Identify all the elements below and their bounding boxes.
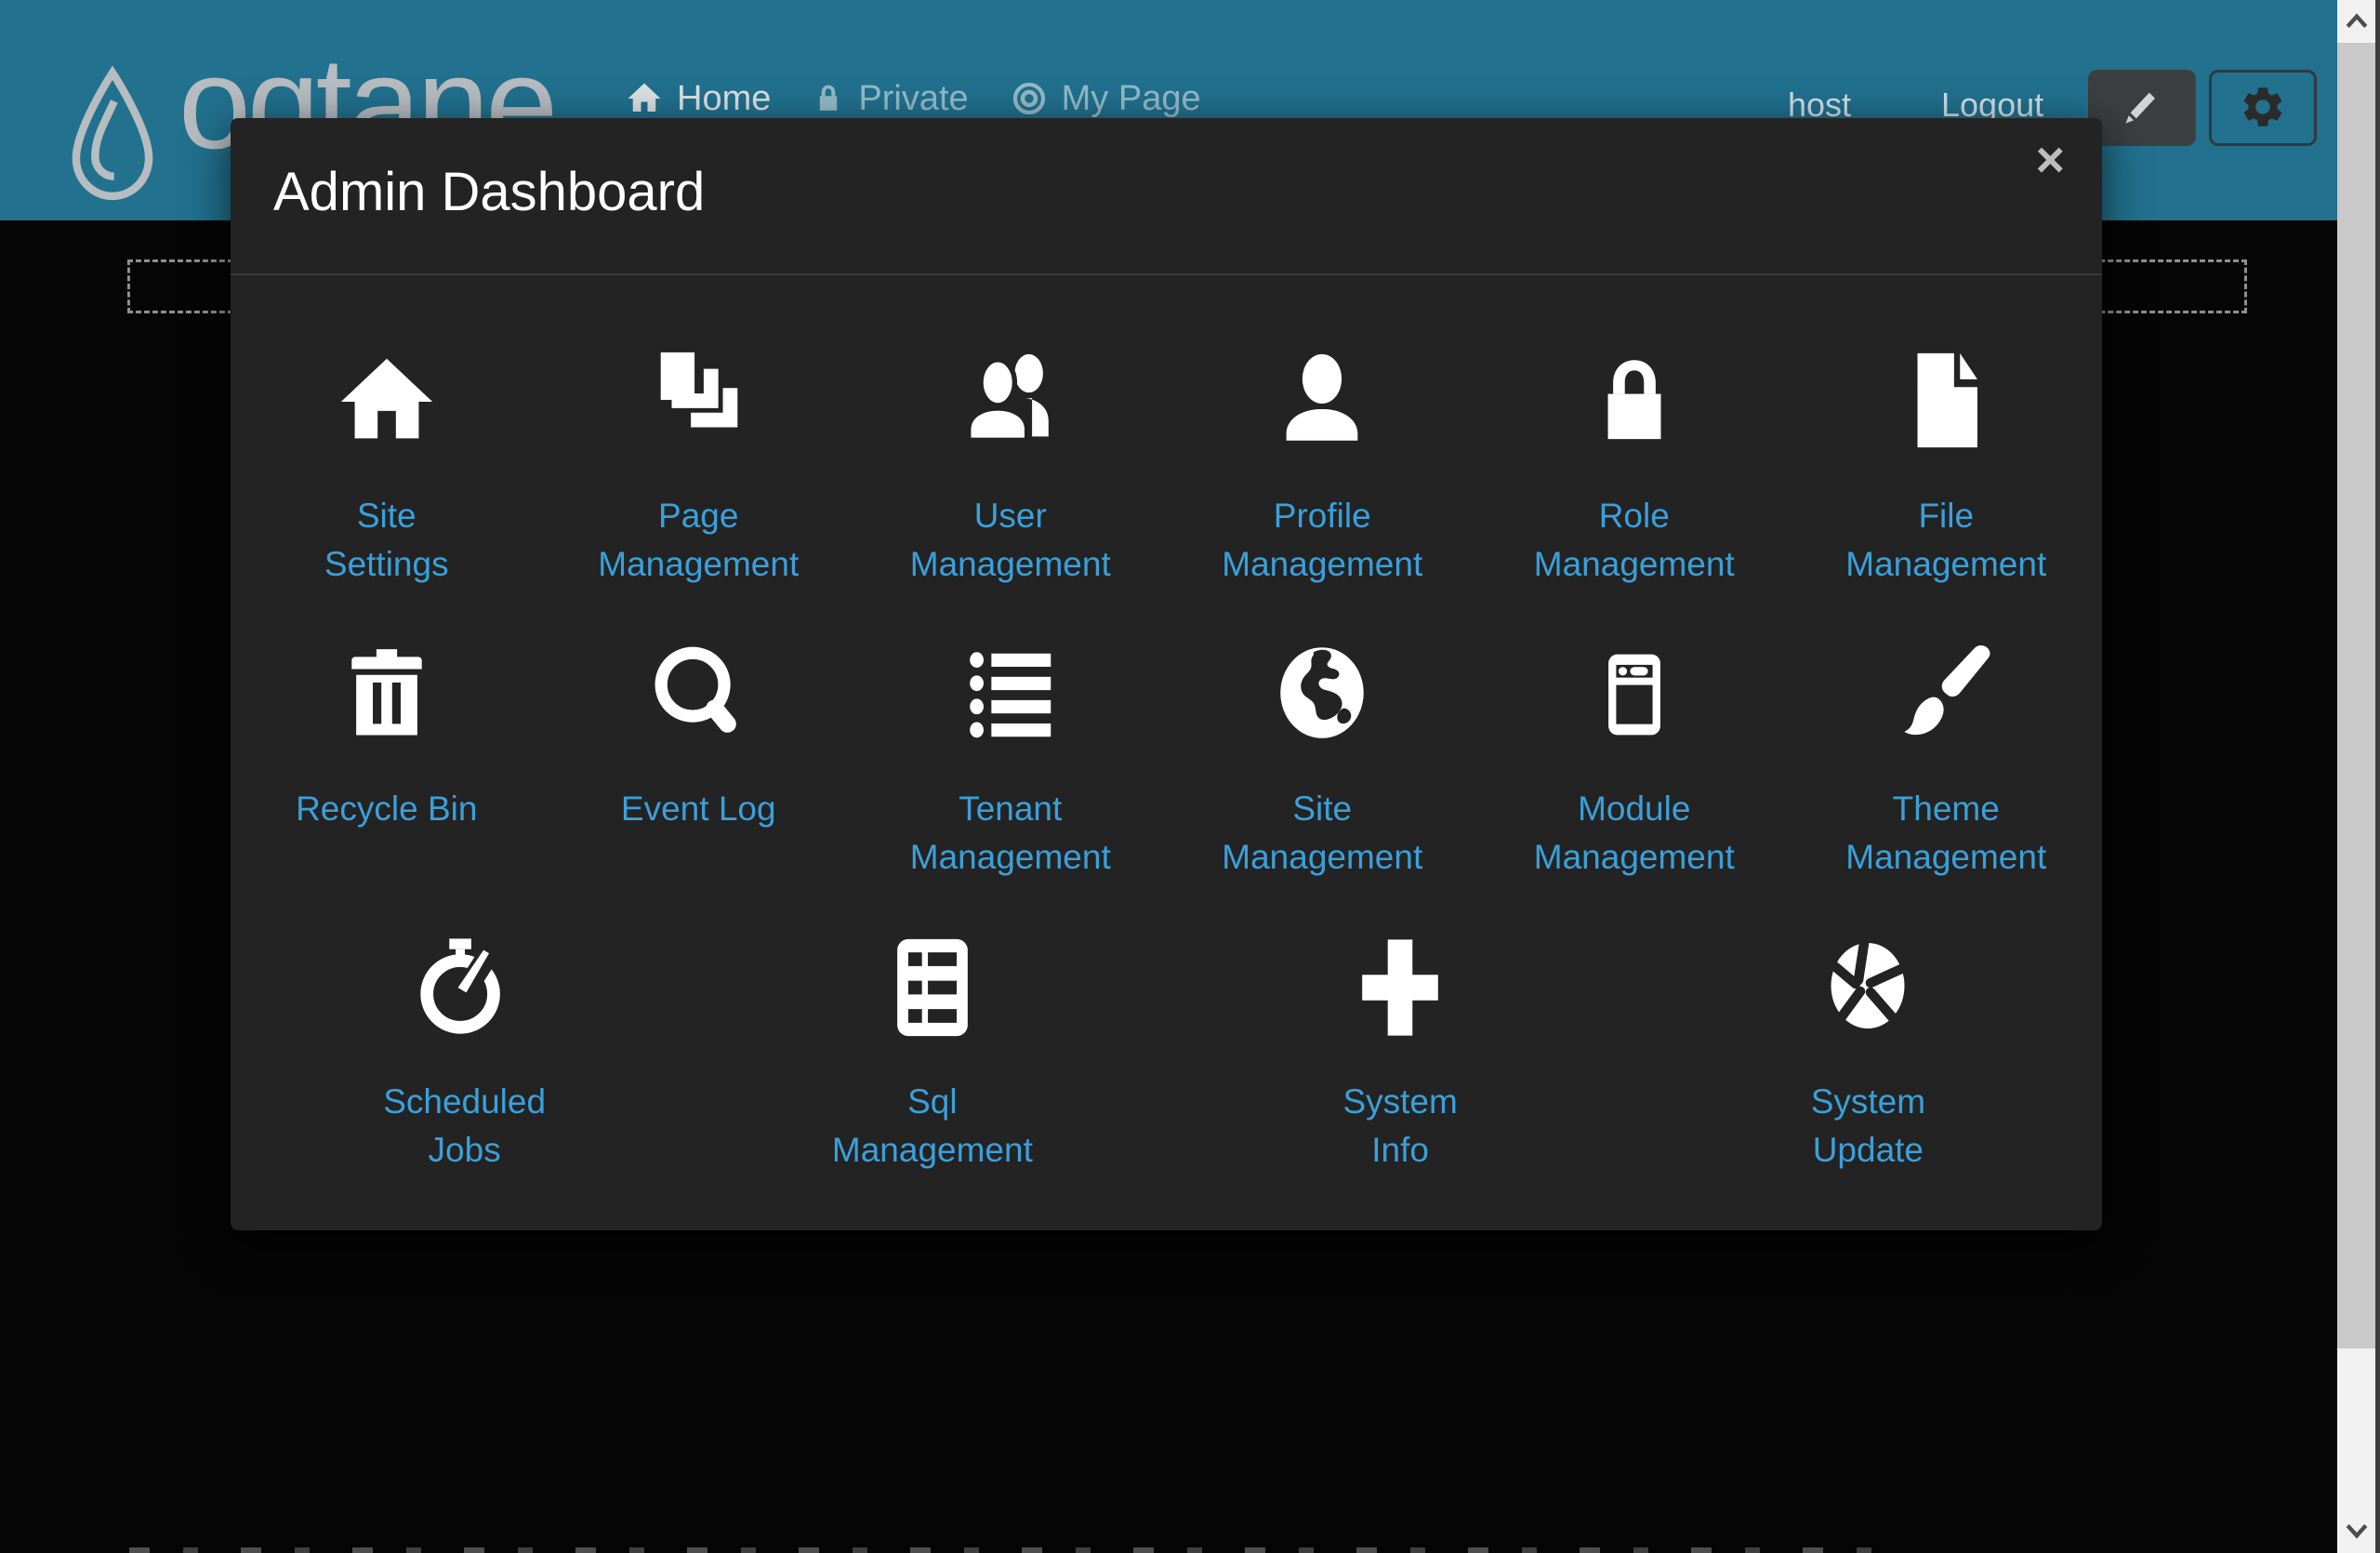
dashboard-item-label: RoleManagement [1534, 492, 1735, 589]
chevron-down-icon [2345, 1523, 2369, 1543]
dashboard-item-recycle-bin[interactable]: Recycle Bin [231, 628, 543, 882]
spreadsheet-icon [878, 921, 987, 1042]
dashboard-grid: SiteSettings PageManagement UserManagement… [231, 275, 2102, 1175]
chevron-up-icon [2345, 12, 2369, 32]
trash-icon [333, 628, 441, 750]
dashboard-item-site-settings[interactable]: SiteSettings [231, 335, 543, 589]
nav-item-label: Private [858, 79, 968, 119]
dashboard-row: SiteSettings PageManagement UserManagement… [231, 335, 2102, 589]
dashboard-item-label: SystemInfo [1342, 1078, 1457, 1175]
dashboard-item-scheduled-jobs[interactable]: ScheduledJobs [231, 921, 698, 1175]
file-icon [1891, 335, 2001, 457]
dashboard-item-page-management[interactable]: PageManagement [543, 335, 855, 589]
edit-mode-button[interactable] [2088, 70, 2196, 146]
target-icon [1010, 79, 1049, 118]
dashboard-item-label: Event Log [621, 785, 776, 833]
scroll-up-button[interactable] [2337, 0, 2375, 43]
nav-item-home[interactable]: Home [625, 79, 771, 119]
dashboard-item-label: TenantManagement [910, 785, 1111, 882]
nav-item-private[interactable]: Private [812, 79, 968, 119]
users-icon [945, 335, 1077, 457]
dashboard-item-label: ModuleManagement [1534, 785, 1735, 882]
brush-icon [1891, 628, 2001, 750]
dashboard-item-site-management[interactable]: SiteManagement [1167, 628, 1479, 882]
dashboard-item-module-management[interactable]: ModuleManagement [1478, 628, 1791, 882]
scroll-down-button[interactable] [2337, 1512, 2375, 1553]
vertical-scrollbar[interactable] [2337, 0, 2375, 1553]
dashboard-item-label: Recycle Bin [296, 785, 477, 833]
dashboard-item-file-management[interactable]: FileManagement [1791, 335, 2103, 589]
dashboard-item-system-update[interactable]: SystemUpdate [1634, 921, 2102, 1175]
nav-item-label: My Page [1062, 79, 1201, 119]
aperture-icon [1812, 921, 1924, 1042]
stopwatch-icon [409, 921, 521, 1042]
dashboard-row: Recycle Bin Event Log TenantManagement Site… [231, 628, 2102, 882]
dashboard-item-user-management[interactable]: UserManagement [854, 335, 1167, 589]
nav-item-my-page[interactable]: My Page [1010, 79, 1201, 119]
dashboard-item-label: ScheduledJobs [383, 1078, 546, 1175]
dashboard-item-theme-management[interactable]: ThemeManagement [1791, 628, 2103, 882]
dashboard-item-label: UserManagement [910, 492, 1111, 589]
dashboard-item-label: SystemUpdate [1811, 1078, 1925, 1175]
page: oqtane Home Private My Page [0, 0, 2380, 1553]
scrollbar-thumb[interactable] [2337, 43, 2375, 1348]
home-icon [330, 335, 443, 457]
dashboard-item-event-log[interactable]: Event Log [543, 628, 855, 882]
admin-dashboard-modal: Admin Dashboard × SiteSettings PageManage… [231, 118, 2102, 1230]
dashboard-item-role-management[interactable]: RoleManagement [1478, 335, 1791, 589]
dashboard-item-tenant-management[interactable]: TenantManagement [854, 628, 1167, 882]
dashboard-item-label: SiteManagement [1222, 785, 1422, 882]
home-icon [625, 79, 664, 118]
dashboard-item-profile-management[interactable]: ProfileManagement [1167, 335, 1479, 589]
nav-item-label: Home [677, 79, 771, 119]
cross-icon [1344, 921, 1456, 1042]
profile-icon [1266, 335, 1378, 457]
pages-icon [640, 335, 757, 457]
window-edge [2375, 0, 2380, 1553]
globe-icon [1265, 628, 1379, 750]
clipped-bottom-content [129, 1547, 1896, 1553]
window-icon [1588, 628, 1681, 750]
dashboard-item-label: SiteSettings [324, 492, 449, 589]
dashboard-row: ScheduledJobs SqlManagement SystemInfo Syst… [231, 921, 2102, 1175]
magnifier-icon [642, 628, 754, 750]
modal-header: Admin Dashboard × [231, 118, 2102, 275]
lock-icon [812, 80, 845, 117]
settings-button[interactable] [2209, 70, 2317, 146]
dashboard-item-label: PageManagement [598, 492, 799, 589]
pencil-icon [2120, 85, 2164, 132]
main-nav: Home Private My Page [625, 73, 1201, 125]
list-icon [952, 628, 1069, 750]
dashboard-item-label: FileManagement [1845, 492, 2046, 589]
dashboard-item-sql-management[interactable]: SqlManagement [698, 921, 1166, 1175]
close-icon[interactable]: × [2035, 135, 2065, 185]
dashboard-item-label: ProfileManagement [1222, 492, 1422, 589]
dashboard-item-label: ThemeManagement [1845, 785, 2046, 882]
gear-icon [2239, 83, 2287, 134]
dashboard-item-system-info[interactable]: SystemInfo [1167, 921, 1634, 1175]
lock-icon [1582, 335, 1686, 457]
modal-title: Admin Dashboard [273, 161, 705, 223]
water-drop-icon [65, 65, 160, 215]
dashboard-item-label: SqlManagement [832, 1078, 1033, 1175]
